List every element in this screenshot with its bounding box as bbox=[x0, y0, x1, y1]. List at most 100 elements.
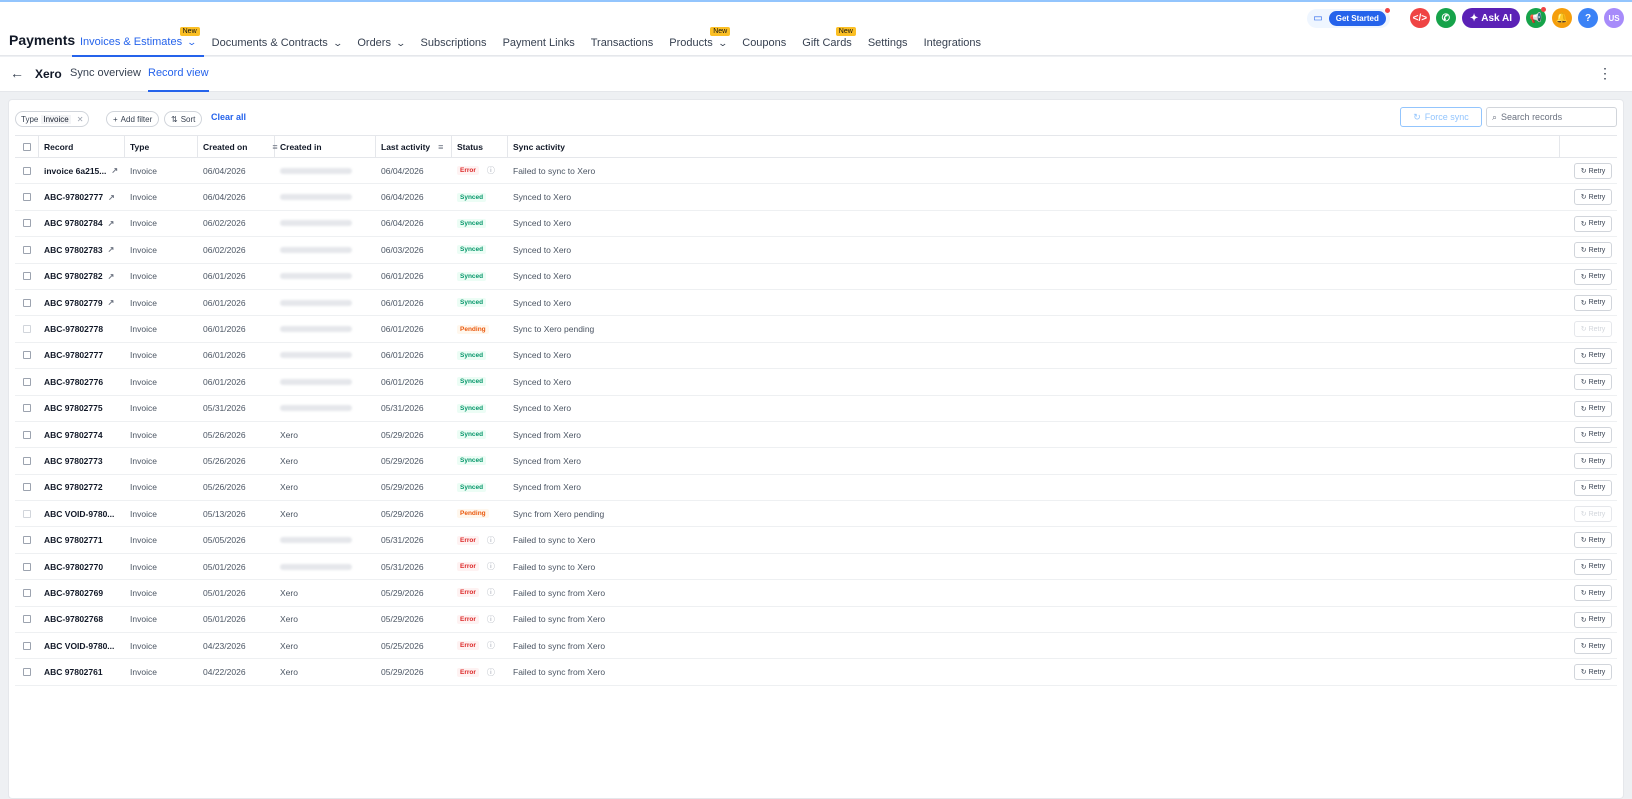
table-row[interactable]: ABC-97802778 Invoice 06/01/2026 06/01/2026 P… bbox=[15, 316, 1617, 343]
table-row[interactable]: ABC 97802784 ↗ Invoice 06/02/2026 06/04/2026… bbox=[15, 211, 1617, 238]
row-checkbox[interactable] bbox=[23, 562, 31, 571]
table-row[interactable]: ABC 97802772 Invoice 05/26/2026 Xero 05/29/2… bbox=[15, 475, 1617, 502]
nav-item-orders[interactable]: Orders ⌄ bbox=[349, 29, 412, 57]
retry-button[interactable]: ↻ Retry bbox=[1574, 347, 1612, 364]
retry-button[interactable]: ↻ Retry bbox=[1574, 558, 1612, 575]
retry-button[interactable]: ↻ Retry bbox=[1574, 215, 1612, 232]
record-name[interactable]: ABC 97802772 bbox=[44, 482, 103, 492]
table-row[interactable]: ABC 97802783 ↗ Invoice 06/02/2026 06/03/2026… bbox=[15, 237, 1617, 264]
record-cell[interactable]: ABC 97802782 ↗ bbox=[44, 264, 114, 289]
phone-icon[interactable]: ✆ bbox=[1435, 8, 1456, 28]
info-icon[interactable]: ⓘ bbox=[487, 614, 495, 625]
record-cell[interactable]: ABC-97802777 bbox=[44, 343, 103, 368]
table-row[interactable]: ABC-97802776 Invoice 06/01/2026 06/01/2026 S… bbox=[15, 369, 1617, 396]
retry-button[interactable]: ↻ Retry bbox=[1574, 163, 1612, 179]
retry-button[interactable]: ↻ Retry bbox=[1574, 638, 1612, 655]
record-cell[interactable]: ABC-97802769 bbox=[44, 580, 103, 605]
table-row[interactable]: ABC VOID-9780... Invoice 05/13/2026 Xero 05/… bbox=[15, 501, 1617, 528]
record-name[interactable]: ABC VOID-9780... bbox=[44, 509, 114, 519]
record-cell[interactable]: invoice 6a215... ↗ bbox=[44, 158, 118, 183]
record-cell[interactable]: ABC 97802771 bbox=[44, 527, 103, 552]
info-icon[interactable]: ⓘ bbox=[487, 165, 495, 176]
row-checkbox[interactable] bbox=[23, 615, 31, 624]
row-checkbox[interactable] bbox=[23, 298, 31, 307]
external-link-icon[interactable]: ↗ bbox=[108, 219, 115, 228]
record-cell[interactable]: ABC VOID-9780... bbox=[44, 501, 114, 526]
record-name[interactable]: ABC-97802777 bbox=[44, 192, 103, 202]
record-cell[interactable]: ABC-97802778 bbox=[44, 316, 103, 341]
search-box[interactable]: ⌕ bbox=[1486, 107, 1617, 127]
row-checkbox[interactable] bbox=[23, 536, 31, 545]
more-options-icon[interactable]: ⋮ bbox=[1598, 65, 1612, 82]
record-name[interactable]: ABC-97802770 bbox=[44, 562, 103, 572]
record-name[interactable]: ABC-97802769 bbox=[44, 588, 103, 598]
row-checkbox[interactable] bbox=[23, 641, 31, 650]
nav-item-invoices-estimates[interactable]: Invoices & Estimates ⌄ New bbox=[72, 27, 204, 57]
external-link-icon[interactable]: ↗ bbox=[108, 298, 115, 307]
table-row[interactable]: ABC 97802775 Invoice 05/31/2026 05/31/2026 S… bbox=[15, 396, 1617, 422]
remove-filter-icon[interactable]: ✕ bbox=[77, 115, 84, 124]
external-link-icon[interactable]: ↗ bbox=[108, 245, 115, 254]
row-checkbox[interactable] bbox=[23, 351, 31, 360]
info-icon[interactable]: ⓘ bbox=[487, 667, 495, 678]
nav-item-products[interactable]: Products ⌄ New bbox=[661, 27, 734, 57]
help-icon[interactable]: ? bbox=[1578, 8, 1598, 28]
row-checkbox[interactable] bbox=[23, 245, 31, 254]
record-name[interactable]: ABC 97802774 bbox=[44, 430, 103, 440]
retry-button[interactable]: ↻ Retry bbox=[1574, 532, 1612, 549]
type-filter-chip[interactable]: Type Invoice ✕ bbox=[15, 111, 90, 127]
table-row[interactable]: ABC 97802782 ↗ Invoice 06/01/2026 06/01/2026… bbox=[15, 264, 1617, 290]
table-row[interactable]: ABC 97802779 ↗ Invoice 06/01/2026 06/01/2026… bbox=[15, 290, 1617, 317]
retry-button[interactable]: ↻ Retry bbox=[1574, 585, 1612, 602]
record-name[interactable]: ABC 97802775 bbox=[44, 403, 103, 413]
get-started-button[interactable]: ▭ Get Started bbox=[1307, 7, 1390, 28]
record-cell[interactable]: ABC 97802783 ↗ bbox=[44, 237, 114, 262]
table-row[interactable]: ABC-97802768 Invoice 05/01/2026 Xero 05/29/2… bbox=[15, 607, 1617, 634]
row-checkbox[interactable] bbox=[23, 166, 31, 175]
external-link-icon[interactable]: ↗ bbox=[108, 272, 115, 281]
info-icon[interactable]: ⓘ bbox=[487, 640, 495, 651]
avatar[interactable]: US bbox=[1604, 8, 1624, 28]
col-created-in[interactable]: Created in bbox=[275, 136, 376, 157]
record-cell[interactable]: ABC 97802774 bbox=[44, 422, 103, 447]
col-status[interactable]: Status bbox=[452, 136, 508, 157]
table-row[interactable]: ABC 97802774 Invoice 05/26/2026 Xero 05/29/2… bbox=[15, 422, 1617, 449]
row-checkbox[interactable] bbox=[23, 404, 31, 413]
table-row[interactable]: ABC VOID-9780... Invoice 04/23/2026 Xero 05/… bbox=[15, 633, 1617, 660]
megaphone-icon[interactable]: 📢 bbox=[1526, 7, 1546, 28]
table-row[interactable]: ABC-97802770 Invoice 05/01/2026 05/31/2026 E… bbox=[15, 554, 1617, 581]
record-name[interactable]: ABC-97802778 bbox=[44, 324, 103, 334]
row-checkbox[interactable] bbox=[23, 272, 31, 281]
code-icon[interactable]: </> bbox=[1409, 8, 1430, 28]
tab-record-view[interactable]: Record view bbox=[148, 67, 209, 92]
table-row[interactable]: ABC 97802773 Invoice 05/26/2026 Xero 05/29/2… bbox=[15, 448, 1617, 475]
retry-button[interactable]: ↻ Retry bbox=[1574, 400, 1612, 417]
row-checkbox[interactable] bbox=[23, 483, 31, 492]
record-cell[interactable]: ABC-97802768 bbox=[44, 607, 103, 632]
table-row[interactable]: ABC 97802761 Invoice 04/22/2026 Xero 05/29/2… bbox=[15, 659, 1617, 686]
retry-button[interactable]: ↻ Retry bbox=[1574, 479, 1612, 496]
row-checkbox[interactable] bbox=[23, 430, 31, 439]
row-checkbox[interactable] bbox=[23, 668, 31, 677]
row-checkbox[interactable] bbox=[23, 219, 31, 228]
clear-all-link[interactable]: Clear all bbox=[211, 112, 246, 122]
row-checkbox[interactable] bbox=[23, 456, 31, 465]
table-row[interactable]: ABC-97802777 Invoice 06/01/2026 06/01/2026 S… bbox=[15, 343, 1617, 370]
info-icon[interactable]: ⓘ bbox=[487, 587, 495, 598]
col-created-on[interactable]: Created on ≡ bbox=[198, 136, 278, 157]
row-checkbox[interactable] bbox=[23, 193, 31, 202]
record-cell[interactable]: ABC VOID-9780... bbox=[44, 633, 114, 658]
record-name[interactable]: ABC 97802779 bbox=[44, 298, 103, 308]
record-name[interactable]: ABC 97802783 bbox=[44, 245, 103, 255]
retry-button[interactable]: ↻ Retry bbox=[1574, 294, 1612, 311]
col-last-activity[interactable]: Last activity ≡ bbox=[376, 136, 452, 157]
nav-item-settings[interactable]: Settings bbox=[860, 29, 916, 57]
bell-icon[interactable]: 🔔 bbox=[1552, 8, 1572, 28]
table-row[interactable]: invoice 6a215... ↗ Invoice 06/04/2026 06/04/… bbox=[15, 158, 1617, 185]
record-cell[interactable]: ABC-97802776 bbox=[44, 369, 103, 394]
retry-button[interactable]: ↻ Retry bbox=[1574, 374, 1612, 391]
record-cell[interactable]: ABC 97802784 ↗ bbox=[44, 211, 114, 236]
retry-button[interactable]: ↻ Retry bbox=[1574, 453, 1612, 470]
add-filter-button[interactable]: + Add filter bbox=[106, 111, 160, 127]
retry-button[interactable]: ↻ Retry bbox=[1574, 426, 1612, 443]
